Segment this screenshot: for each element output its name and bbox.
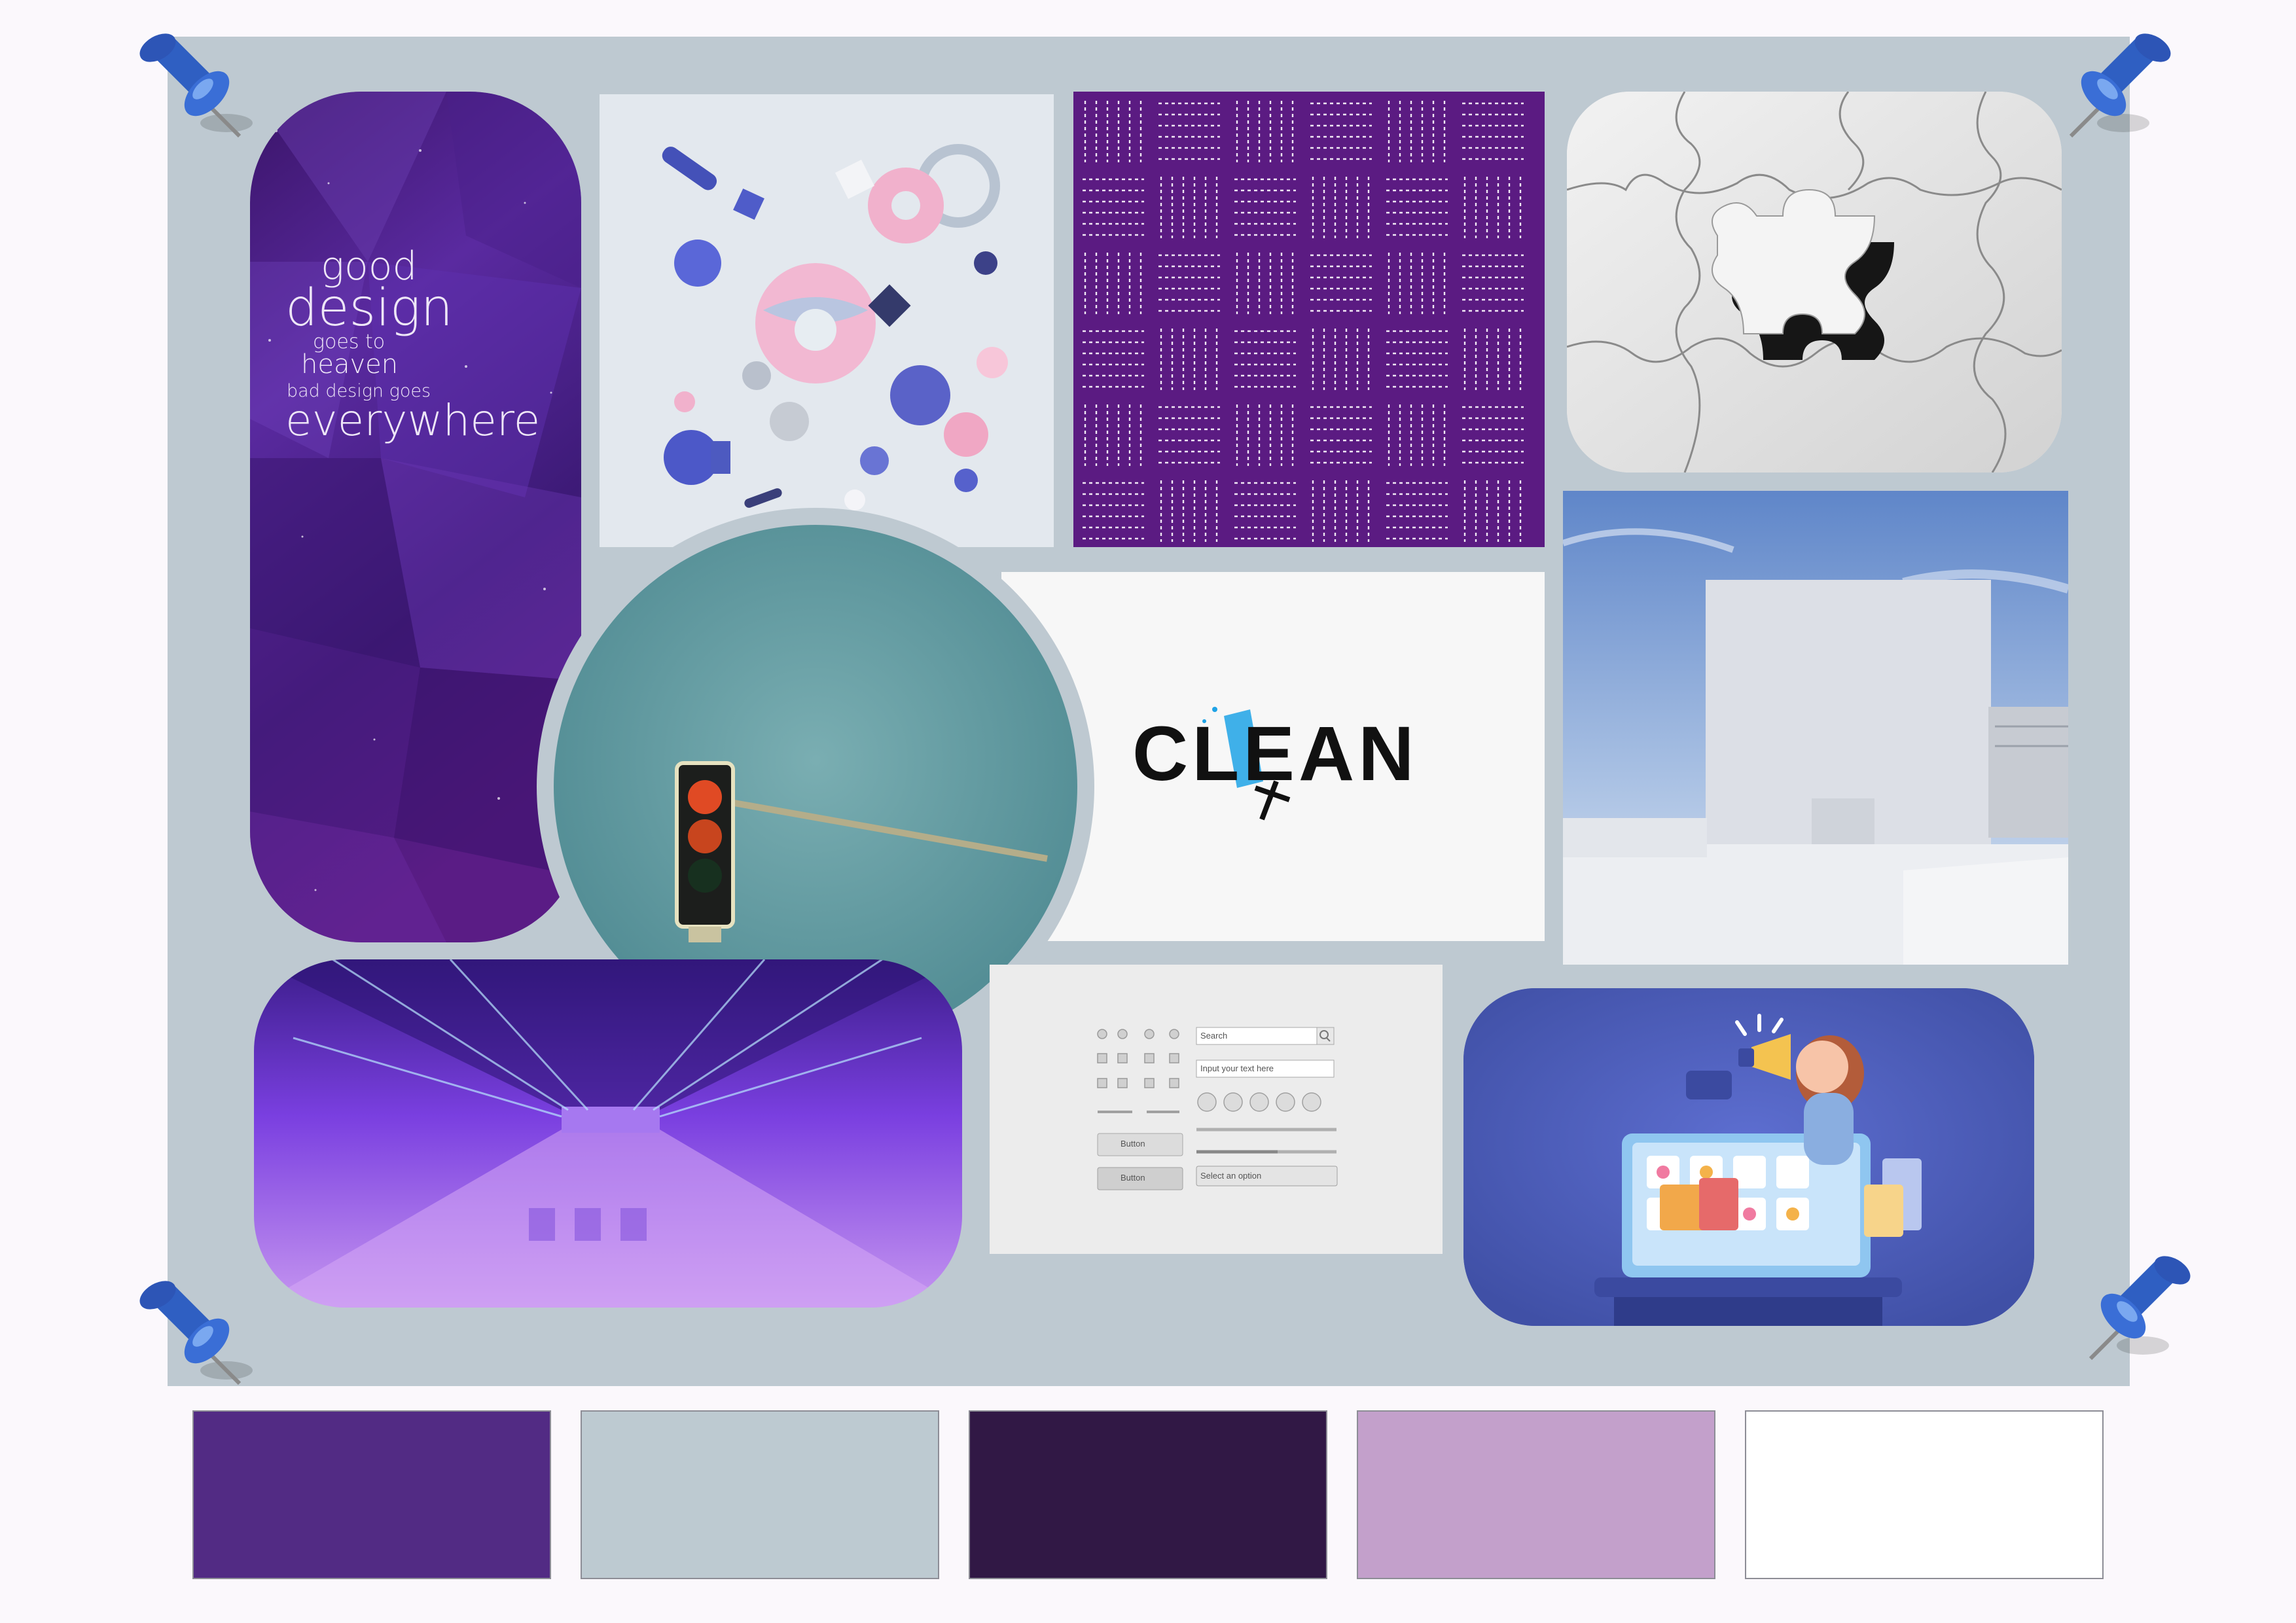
pushpin-icon <box>2071 1247 2202 1378</box>
quote-line-2: design <box>285 279 454 338</box>
clean-word: CLEAN <box>1132 711 1418 797</box>
pushpin-icon <box>2051 25 2182 156</box>
ui-kit-search-placeholder: Search <box>1200 1031 1228 1041</box>
palette-swatch-5 <box>1745 1410 2104 1579</box>
palette-swatch-4 <box>1357 1410 1715 1579</box>
palette-swatch-1 <box>192 1410 551 1579</box>
purple-tunnel-tile <box>254 959 962 1308</box>
ui-kit-tile: Search Input your text here Button Butto… <box>990 965 1443 1254</box>
pushpin-icon <box>128 25 259 156</box>
palette-swatch-3 <box>969 1410 1327 1579</box>
ui-kit-button-1: Button <box>1121 1139 1145 1149</box>
dashed-pattern-tile <box>1073 92 1545 547</box>
abstract-shapes-tile <box>600 94 1054 547</box>
ui-kit-select: Select an option <box>1200 1171 1262 1181</box>
quote-line-6: everywhere <box>285 395 541 446</box>
palette-swatch-2 <box>581 1410 939 1579</box>
puzzle-tile <box>1567 92 2062 473</box>
shopping-illustration-tile <box>1463 988 2034 1326</box>
ui-kit-text-placeholder: Input your text here <box>1200 1063 1274 1073</box>
quote-galaxy-tile: good design goes to heaven bad design go… <box>250 92 581 942</box>
quote-line-4: heaven <box>301 349 399 380</box>
white-architecture-tile <box>1563 491 2068 965</box>
pushpin-icon <box>128 1272 259 1403</box>
ui-kit-button-2: Button <box>1121 1173 1145 1183</box>
